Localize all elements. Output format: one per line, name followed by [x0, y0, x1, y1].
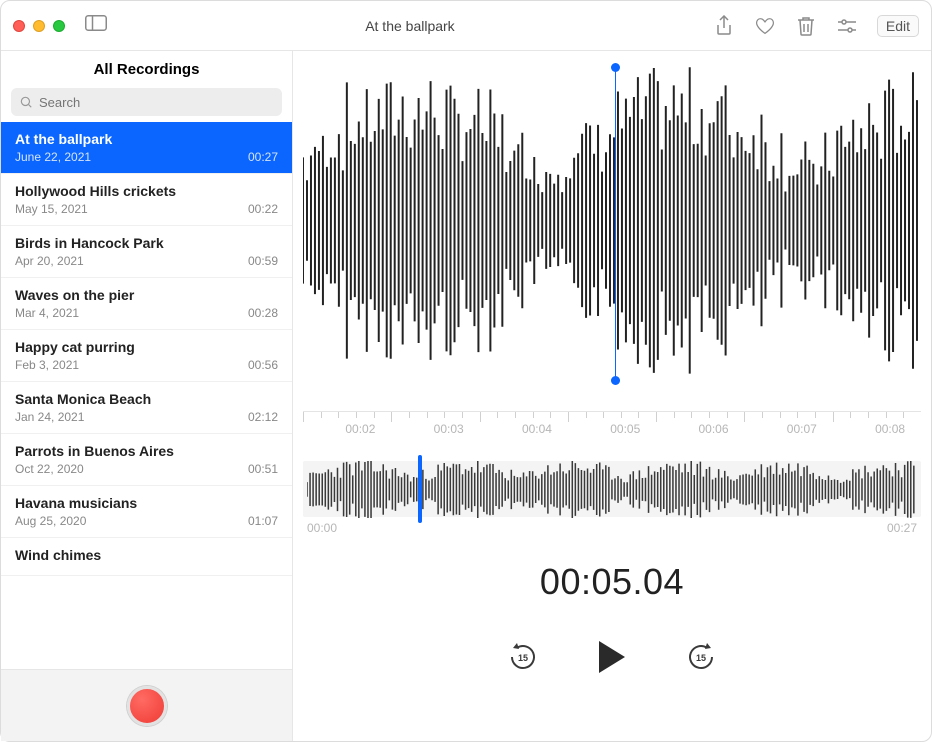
minimize-window-button[interactable] — [33, 20, 45, 32]
overview-playhead[interactable] — [418, 455, 422, 523]
recording-row[interactable]: Parrots in Buenos Aires Oct 22, 2020 00:51 — [1, 434, 292, 486]
recording-row[interactable]: Santa Monica Beach Jan 24, 2021 02:12 — [1, 382, 292, 434]
ruler-label: 00:06 — [699, 422, 729, 436]
recording-title: Hollywood Hills crickets — [15, 183, 278, 199]
recording-row[interactable]: Happy cat purring Feb 3, 2021 00:56 — [1, 330, 292, 382]
recording-duration: 00:51 — [248, 462, 278, 476]
overview-start-label: 00:00 — [307, 521, 337, 535]
recording-row[interactable]: At the ballpark June 22, 2021 00:27 — [1, 122, 292, 174]
ruler-label: 00:04 — [522, 422, 552, 436]
ruler-label: 00:07 — [787, 422, 817, 436]
recording-duration: 01:07 — [248, 514, 278, 528]
recording-date: Jan 24, 2021 — [15, 410, 84, 424]
waveform-detail[interactable] — [303, 61, 921, 381]
recording-date: Aug 25, 2020 — [15, 514, 86, 528]
ruler-label: 00:08 — [875, 422, 905, 436]
recording-title: Santa Monica Beach — [15, 391, 278, 407]
recording-row[interactable]: Waves on the pier Mar 4, 2021 00:28 — [1, 278, 292, 330]
editor-pane: 00:02 00:03 00:04 00:05 00:06 00:07 00:08 00:0… — [293, 51, 931, 741]
recording-date: Apr 20, 2021 — [15, 254, 84, 268]
timecode: 00:05.04 — [303, 561, 921, 603]
waveform-overview[interactable] — [303, 461, 921, 517]
recording-duration: 02:12 — [248, 410, 278, 424]
recording-title: Happy cat purring — [15, 339, 278, 355]
recording-date: Oct 22, 2020 — [15, 462, 84, 476]
time-ruler: 00:02 00:03 00:04 00:05 00:06 00:07 00:08 — [303, 411, 921, 439]
app-window: At the ballpark — [0, 0, 932, 742]
skip-fwd-seconds: 15 — [684, 641, 718, 674]
skip-back-seconds: 15 — [506, 641, 540, 674]
recording-date: Mar 4, 2021 — [15, 306, 79, 320]
recording-row[interactable]: Hollywood Hills crickets May 15, 2021 00:2… — [1, 174, 292, 226]
titlebar: At the ballpark — [1, 1, 931, 51]
recording-title: Havana musicians — [15, 495, 278, 511]
ruler-label: 00:03 — [434, 422, 464, 436]
skip-back-button[interactable]: 15 — [506, 640, 540, 674]
recording-title: Wind chimes — [15, 547, 278, 563]
recording-duration: 00:56 — [248, 358, 278, 372]
recordings-list: At the ballpark June 22, 2021 00:27 Hollywo… — [1, 122, 292, 669]
edit-button[interactable]: Edit — [877, 15, 919, 37]
toggle-sidebar-button[interactable] — [85, 15, 107, 36]
recording-date: May 15, 2021 — [15, 202, 88, 216]
playhead[interactable] — [615, 67, 616, 381]
playback-options-button[interactable] — [835, 16, 859, 36]
record-button[interactable] — [127, 686, 167, 726]
recording-row[interactable]: Birds in Hancock Park Apr 20, 2021 00:59 — [1, 226, 292, 278]
recording-duration: 00:59 — [248, 254, 278, 268]
recording-title: Parrots in Buenos Aires — [15, 443, 278, 459]
recording-date: June 22, 2021 — [15, 150, 91, 164]
skip-forward-button[interactable]: 15 — [684, 640, 718, 674]
zoom-window-button[interactable] — [53, 20, 65, 32]
share-button[interactable] — [713, 13, 735, 39]
recording-row[interactable]: Havana musicians Aug 25, 2020 01:07 — [1, 486, 292, 538]
sidebar-title: All Recordings — [1, 51, 292, 88]
sidebar: All Recordings At the ballpark June 22, 2… — [1, 51, 293, 741]
favorite-button[interactable] — [753, 15, 777, 37]
window-title: At the ballpark — [107, 18, 713, 34]
search-input[interactable] — [11, 88, 282, 116]
delete-button[interactable] — [795, 14, 817, 38]
record-bar — [1, 669, 292, 741]
close-window-button[interactable] — [13, 20, 25, 32]
play-button[interactable] — [596, 639, 628, 675]
recording-title: At the ballpark — [15, 131, 278, 147]
recording-date: Feb 3, 2021 — [15, 358, 79, 372]
recording-title: Waves on the pier — [15, 287, 278, 303]
overview-end-label: 00:27 — [887, 521, 917, 535]
recording-title: Birds in Hancock Park — [15, 235, 278, 251]
ruler-label: 00:02 — [345, 422, 375, 436]
ruler-label: 00:05 — [610, 422, 640, 436]
recording-duration: 00:27 — [248, 150, 278, 164]
recording-duration: 00:28 — [248, 306, 278, 320]
window-controls — [13, 20, 65, 32]
recording-row[interactable]: Wind chimes — [1, 538, 292, 576]
recording-duration: 00:22 — [248, 202, 278, 216]
